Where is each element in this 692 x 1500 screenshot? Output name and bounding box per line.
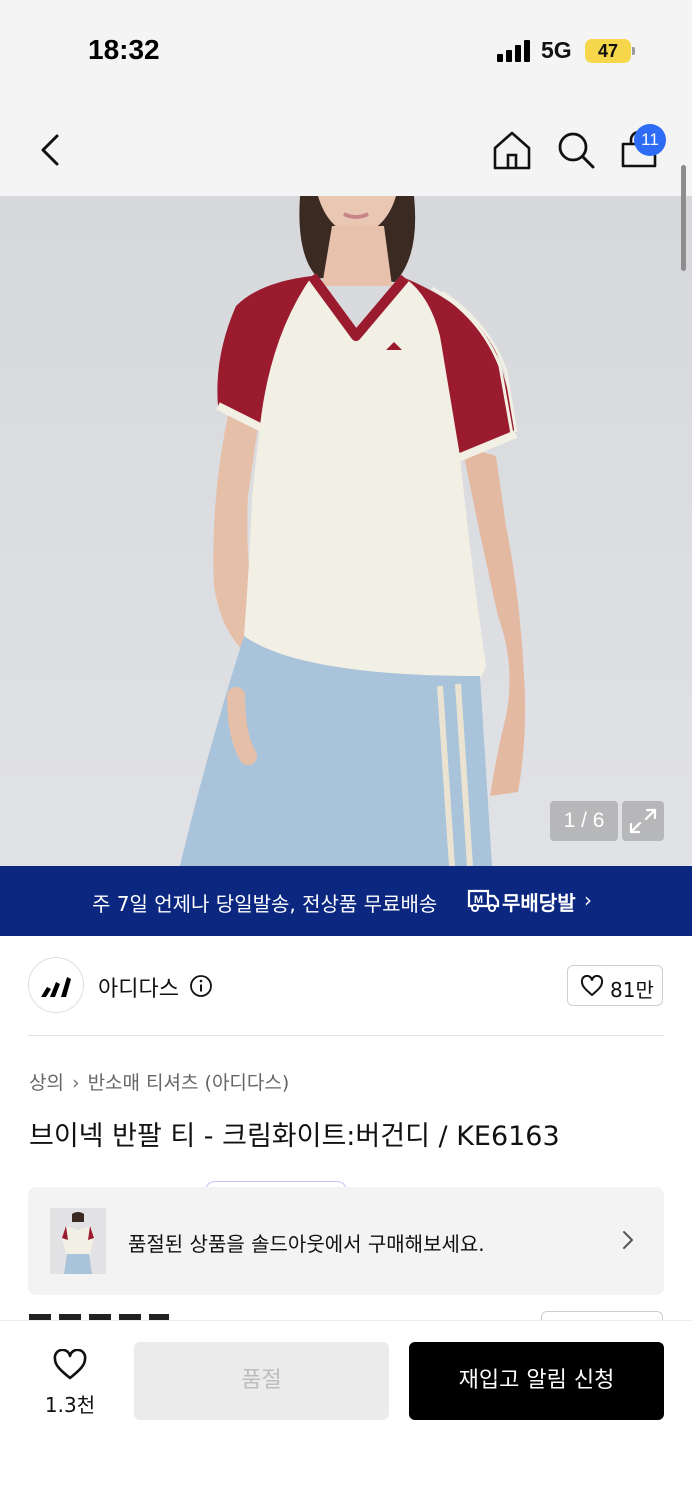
delivery-promo-banner[interactable]: 주 7일 언제나 당일발송, 전상품 무료배송 M 무배당발 › [0, 866, 692, 936]
product-image-gallery[interactable] [0, 196, 692, 866]
search-icon[interactable] [554, 128, 598, 172]
battery-tip [632, 47, 635, 55]
heart-icon [580, 975, 604, 996]
image-counter: 1 / 6 [550, 801, 618, 841]
product-title: 브이넥 반팔 티 - 크림화이트:버건디 / KE6163 [29, 1121, 560, 1152]
divider [28, 1035, 664, 1036]
nav-bar [0, 100, 692, 196]
soldout-button: 품절 [134, 1342, 389, 1420]
promo-brand: 무배당발 [502, 891, 576, 915]
back-icon[interactable] [30, 128, 70, 172]
breadcrumb: 상의 › 반소매 티셔츠 (아디다스) [29, 1068, 289, 1095]
expand-icon [629, 808, 657, 834]
breadcrumb-subcategory[interactable]: 반소매 티셔츠 (아디다스) [88, 1068, 290, 1095]
chevron-right-icon [623, 1231, 633, 1249]
chevron-right-icon: › [71, 1072, 80, 1094]
delivery-truck-icon: M [467, 889, 500, 912]
expand-image-button[interactable] [622, 801, 664, 841]
network-label: 5G [541, 37, 572, 63]
adidas-logo-icon [41, 977, 71, 997]
battery-icon: 47 [585, 39, 631, 63]
scroll-indicator[interactable] [681, 165, 686, 271]
brand-like-button[interactable]: 81만 [567, 965, 663, 1006]
bottom-action-bar: 1.3천 품절 재입고 알림 신청 [0, 1320, 692, 1500]
brand-name[interactable]: 아디다스 [98, 971, 179, 1003]
brand-logo[interactable] [28, 957, 84, 1013]
soldout-marketplace-banner[interactable]: 품절된 상품을 솔드아웃에서 구매해보세요. [28, 1187, 664, 1295]
promo-text: 주 7일 언제나 당일발송, 전상품 무료배송 [92, 892, 438, 916]
heart-icon [53, 1349, 87, 1380]
brand-like-count: 81만 [610, 978, 654, 1002]
promo-badge: M [474, 894, 483, 906]
breadcrumb-category[interactable]: 상의 [29, 1068, 64, 1095]
cart-count-badge: 11 [634, 124, 666, 156]
wishlist-button[interactable]: 1.3천 [30, 1345, 110, 1419]
status-time: 18:32 [88, 34, 160, 65]
product-photo [180, 196, 526, 866]
home-icon[interactable] [490, 128, 534, 172]
soldout-banner-text: 품절된 상품을 솔드아웃에서 구매해보세요. [128, 1232, 485, 1256]
restock-alert-button[interactable]: 재입고 알림 신청 [409, 1342, 664, 1420]
info-icon[interactable] [189, 974, 213, 998]
signal-icon [497, 40, 533, 62]
status-bar: 18:32 5G 47 [0, 0, 692, 100]
product-thumbnail [50, 1208, 106, 1274]
chevron-right-icon: › [584, 888, 592, 912]
wishlist-count: 1.3천 [44, 1393, 96, 1417]
